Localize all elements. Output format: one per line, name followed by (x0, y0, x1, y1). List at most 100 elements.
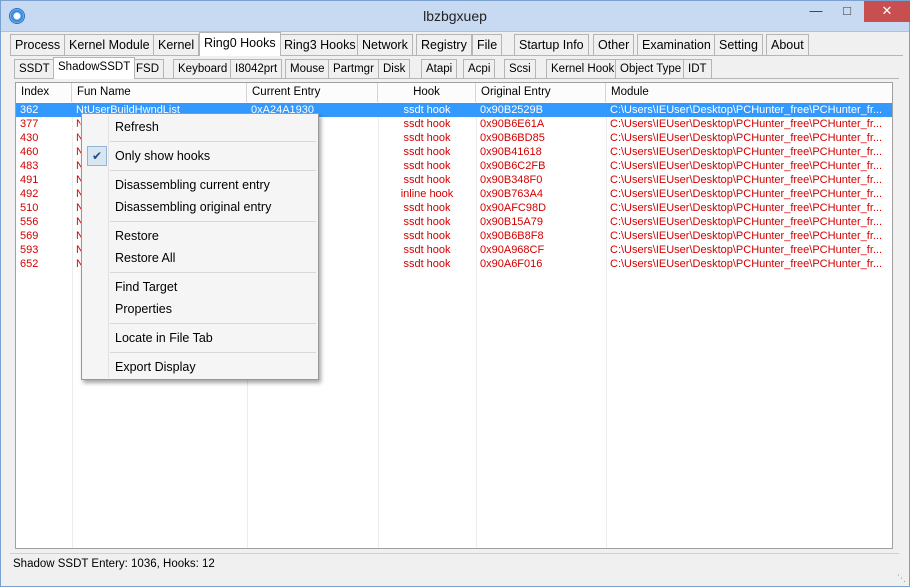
menu-item-export-display[interactable]: Export Display (84, 357, 316, 377)
menu-item-only-show-hooks[interactable]: ✔ Only show hooks (84, 146, 316, 166)
cell-original-entry: 0x90A6F016 (480, 258, 543, 270)
tab-file[interactable]: File (472, 34, 503, 55)
menu-item-label: Restore All (115, 251, 176, 265)
menu-item-label: Only show hooks (115, 149, 211, 163)
close-icon[interactable]: ✕ (864, 1, 910, 22)
tab-network[interactable]: Network (357, 34, 413, 55)
cell-module: C:\Users\IEUser\Desktop\PCHunter_free\PC… (610, 230, 883, 242)
cell-original-entry: 0x90B6BD85 (480, 132, 545, 144)
column-header-current-entry[interactable]: Current Entry (247, 83, 378, 102)
tab-process[interactable]: Process (10, 34, 66, 55)
app-window: lbzbgxuep — □ ✕ Process Kernel Module Ke… (0, 0, 910, 587)
cell-module: C:\Users\IEUser\Desktop\PCHunter_free\PC… (610, 118, 883, 130)
subtab-acpi[interactable]: Acpi (463, 59, 496, 78)
cell-module: C:\Users\IEUser\Desktop\PCHunter_free\PC… (610, 146, 883, 158)
cell-index: 377 (20, 118, 39, 130)
subtab-fsd[interactable]: FSD (131, 59, 164, 78)
menu-item-label: Locate in File Tab (115, 331, 213, 345)
tab-startup-info[interactable]: Startup Info (514, 34, 589, 55)
menu-item-locate-in-file-tab[interactable]: Locate in File Tab (84, 328, 316, 348)
cell-original-entry: 0x90B41618 (480, 146, 542, 158)
column-header-original-entry[interactable]: Original Entry (476, 83, 606, 102)
subtab-object-type[interactable]: Object Type (615, 59, 687, 78)
menu-item-restore-all[interactable]: Restore All (84, 248, 316, 268)
menu-item-properties[interactable]: Properties (84, 299, 316, 319)
tab-ring0-hooks[interactable]: Ring0 Hooks (199, 32, 281, 56)
cell-hook: ssdt hook (403, 230, 451, 242)
title-bar[interactable]: lbzbgxuep — □ ✕ (1, 1, 910, 32)
cell-module: C:\Users\IEUser\Desktop\PCHunter_free\PC… (610, 132, 883, 144)
menu-separator (110, 221, 316, 222)
subtab-shadowssdt[interactable]: ShadowSSDT (53, 57, 136, 79)
tab-kernel-module[interactable]: Kernel Module (64, 34, 155, 55)
cell-original-entry: 0x90B6C2FB (480, 160, 546, 172)
window-title: lbzbgxuep (423, 8, 487, 24)
status-bar: Shadow SSDT Entery: 1036, Hooks: 12 (10, 553, 899, 574)
menu-item-label: Restore (115, 229, 159, 243)
menu-item-find-target[interactable]: Find Target (84, 277, 316, 297)
cell-hook: ssdt hook (403, 244, 451, 256)
cell-index: 362 (20, 104, 39, 116)
cell-index: 460 (20, 146, 39, 158)
sub-tab-divider (14, 78, 899, 79)
subtab-partmgr[interactable]: Partmgr (328, 59, 379, 78)
menu-item-label: Find Target (115, 280, 178, 294)
subtab-scsi[interactable]: Scsi (504, 59, 536, 78)
subtab-mouse[interactable]: Mouse (285, 59, 330, 78)
cell-original-entry: 0x90B2529B (480, 104, 543, 116)
menu-separator (110, 141, 316, 142)
column-header-index[interactable]: Index (16, 83, 72, 102)
cell-hook: ssdt hook (403, 216, 451, 228)
subtab-idt[interactable]: IDT (683, 59, 712, 78)
main-tab-divider (10, 55, 903, 56)
cell-index: 430 (20, 132, 39, 144)
menu-item-label: Properties (115, 302, 172, 316)
cell-module: C:\Users\IEUser\Desktop\PCHunter_free\PC… (610, 202, 883, 214)
tab-about[interactable]: About (766, 34, 809, 55)
tab-other[interactable]: Other (593, 34, 635, 55)
column-header-hook[interactable]: Hook (378, 83, 476, 102)
menu-item-refresh[interactable]: Refresh (84, 117, 316, 137)
menu-item-disassemble-original[interactable]: Disassembling original entry (84, 197, 316, 217)
tab-ring3-hooks[interactable]: Ring3 Hooks (279, 34, 361, 55)
cell-module: C:\Users\IEUser\Desktop\PCHunter_free\PC… (610, 188, 883, 200)
cell-hook: ssdt hook (403, 132, 451, 144)
cell-index: 569 (20, 230, 39, 242)
resize-grip-icon[interactable]: ⋱ (897, 573, 906, 584)
maximize-icon[interactable]: □ (832, 1, 862, 22)
menu-separator (110, 352, 316, 353)
cell-index: 491 (20, 174, 39, 186)
tab-kernel[interactable]: Kernel (153, 34, 200, 55)
cell-index: 593 (20, 244, 39, 256)
cell-hook: ssdt hook (403, 174, 451, 186)
cell-hook: ssdt hook (403, 118, 451, 130)
tab-setting[interactable]: Setting (714, 34, 763, 55)
cell-module: C:\Users\IEUser\Desktop\PCHunter_free\PC… (610, 104, 883, 116)
subtab-ssdt[interactable]: SSDT (14, 59, 55, 78)
cell-original-entry: 0x90B6E61A (480, 118, 545, 130)
cell-index: 510 (20, 202, 39, 214)
subtab-atapi[interactable]: Atapi (421, 59, 458, 78)
subtab-i8042prt[interactable]: I8042prt (230, 59, 283, 78)
tab-registry[interactable]: Registry (416, 34, 472, 55)
cell-index: 483 (20, 160, 39, 172)
cell-index: 556 (20, 216, 39, 228)
menu-item-restore[interactable]: Restore (84, 226, 316, 246)
tab-examination[interactable]: Examination (637, 34, 716, 55)
subtab-kernel-hook[interactable]: Kernel Hook (546, 59, 620, 78)
subtab-disk[interactable]: Disk (378, 59, 411, 78)
table-header: Index Fun Name Current Entry Hook Origin… (16, 83, 892, 102)
column-header-module[interactable]: Module (606, 83, 892, 102)
subtab-keyboard[interactable]: Keyboard (173, 59, 233, 78)
minimize-icon[interactable]: — (801, 1, 831, 22)
menu-separator (110, 170, 316, 171)
column-header-fun-name[interactable]: Fun Name (72, 83, 247, 102)
cell-hook: ssdt hook (403, 104, 451, 116)
cell-module: C:\Users\IEUser\Desktop\PCHunter_free\PC… (610, 258, 883, 270)
cell-module: C:\Users\IEUser\Desktop\PCHunter_free\PC… (610, 174, 883, 186)
menu-item-label: Disassembling current entry (115, 178, 270, 192)
cell-hook: ssdt hook (403, 202, 451, 214)
cell-original-entry: 0x90B763A4 (480, 188, 543, 200)
menu-item-disassemble-current[interactable]: Disassembling current entry (84, 175, 316, 195)
cell-index: 492 (20, 188, 39, 200)
